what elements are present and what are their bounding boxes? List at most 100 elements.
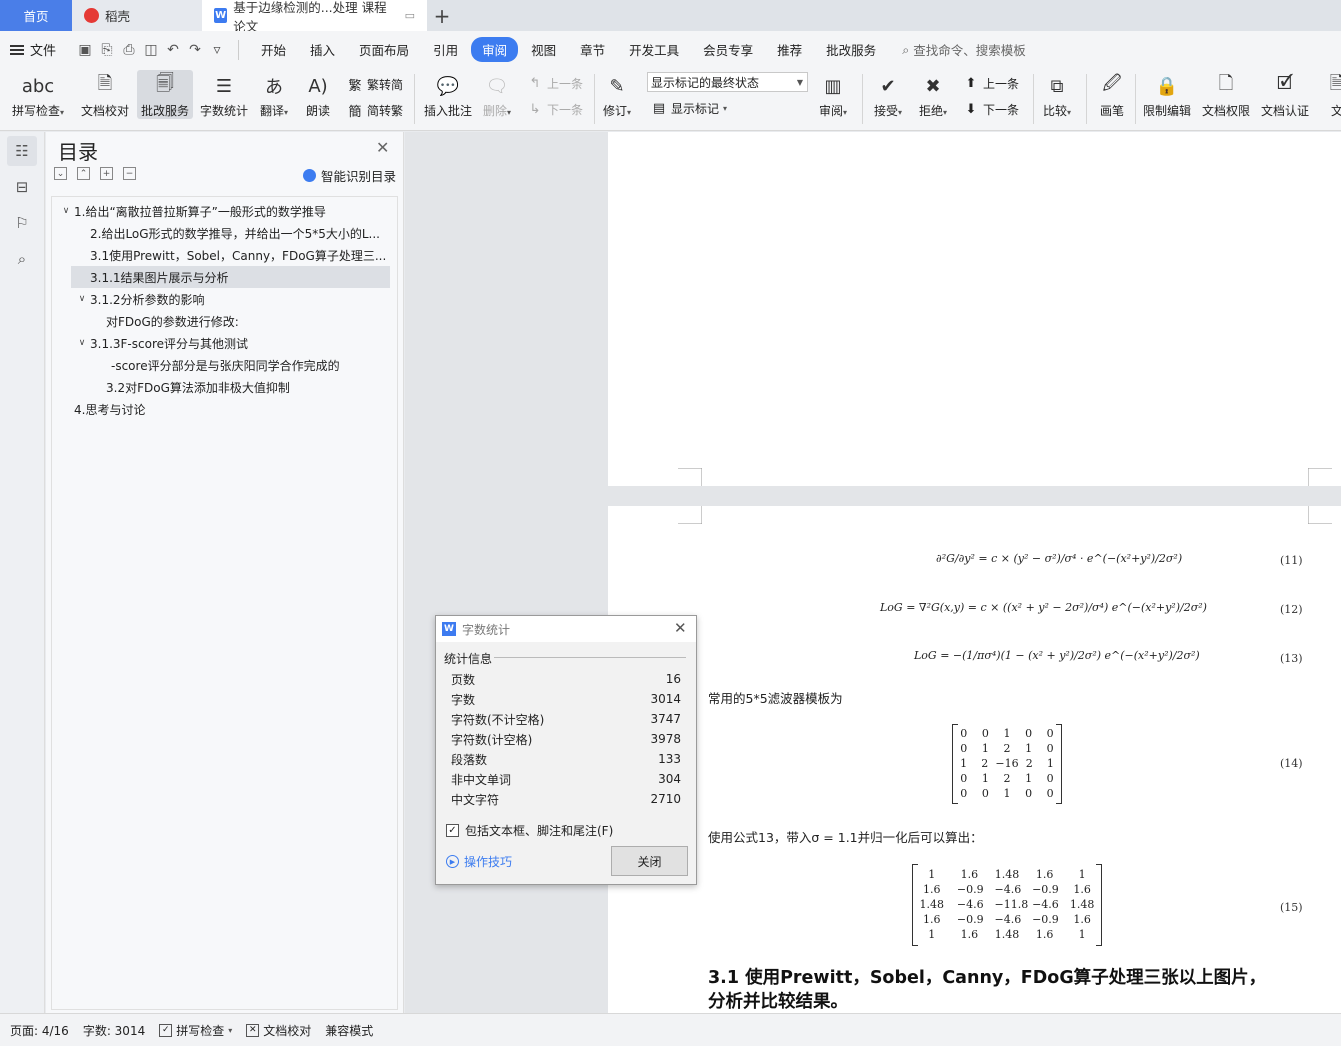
close-button[interactable]: 关闭 [611, 846, 688, 876]
word-count-indicator[interactable]: 字数: 3014 [83, 1022, 145, 1039]
menu-section[interactable]: 章节 [569, 37, 616, 62]
toc-item[interactable]: 4.思考与讨论 [74, 398, 390, 420]
collapse-up-icon[interactable]: ⌃ [77, 167, 90, 180]
chapter-nav-icon[interactable]: ⊟ [7, 172, 37, 202]
word-count-icon: ☰ [215, 75, 233, 97]
restrict-edit-button[interactable]: 🔒 限制编辑 [1143, 70, 1191, 119]
toc-item[interactable]: ∨ 3.1.3F-score评分与其他测试 [74, 332, 390, 354]
tab-home[interactable]: 首页 [0, 0, 72, 31]
compare-button[interactable]: ⧉ 比较▾ [1042, 70, 1072, 119]
checkmark-icon[interactable]: ✓ [446, 824, 459, 837]
bookmark-icon[interactable]: ⚐ [7, 208, 37, 238]
menu-recommend[interactable]: 推荐 [766, 37, 813, 62]
menu-references[interactable]: 引用 [422, 37, 469, 62]
menu-insert[interactable]: 插入 [299, 37, 346, 62]
markup-state-select[interactable]: 显示标记的最终状态 ▼ [647, 72, 808, 92]
menu-start[interactable]: 开始 [250, 37, 297, 62]
smart-toc-button[interactable]: 智能识别目录 [303, 166, 396, 185]
translate-button[interactable]: あ翻译▾ [259, 70, 289, 119]
track-changes-button[interactable]: ✎ 修订▾ [602, 70, 632, 119]
menu-review[interactable]: 审阅 [471, 37, 519, 62]
tab-daoke[interactable]: 稻壳 [72, 0, 202, 31]
print-icon[interactable]: ⎙ [118, 39, 140, 61]
toc-item[interactable]: -score评分部分是与张庆阳同学合作完成的 [111, 354, 390, 376]
menu-developer[interactable]: 开发工具 [618, 37, 690, 62]
equation-number: (13) [1280, 652, 1303, 665]
menu-layout[interactable]: 页面布局 [348, 37, 420, 62]
review-pane-button[interactable]: ▥ 审阅▾ [818, 70, 848, 119]
menu-member[interactable]: 会员专享 [692, 37, 764, 62]
spell-check-button[interactable]: abc 拼写检查▾ [12, 70, 64, 119]
toc-item[interactable]: ∨ 1.给出“离散拉普拉斯算子”一般形式的数学推导 [58, 200, 388, 222]
simp-to-trad-button[interactable]: 簡简转繁 [347, 101, 403, 120]
menu-view[interactable]: 视图 [520, 37, 567, 62]
doc-permission-button[interactable]: 🗋 文档权限 [1202, 70, 1250, 119]
dialog-titlebar[interactable]: W 字数统计 [436, 616, 696, 642]
add-tab-button[interactable]: + [427, 0, 457, 31]
include-textbox-checkbox[interactable]: ✓ 包括文本框、脚注和尾注(F) [446, 822, 613, 839]
matrix-cell: −11.8 [994, 898, 1029, 911]
menu-row: 文件 ▣ ⎘ ⎙ ◫ ↶ ↷ ▿ 开始 插入 页面布局 引用 审阅 视图 章节 … [0, 31, 1341, 68]
chevron-down-icon[interactable]: ∨ [58, 206, 74, 216]
next-comment-button[interactable]: ↳ 下一条 [527, 101, 583, 118]
next-change-button[interactable]: ⬇ 下一条 [963, 101, 1019, 118]
expand-all-icon[interactable]: + [100, 167, 113, 180]
customize-dropdown-icon[interactable]: ▿ [206, 39, 228, 61]
redo-icon[interactable]: ↷ [184, 39, 206, 61]
file-menu[interactable]: 文件 [10, 40, 56, 59]
trad-to-simp-icon: 繁 [348, 79, 362, 94]
find-icon[interactable]: ⌕ [7, 244, 37, 274]
toc-item[interactable]: 3.1使用Prewitt，Sobel，Canny，FDoG算子处理三... [90, 244, 390, 266]
collapse-all-icon[interactable]: − [123, 167, 136, 180]
save-icon[interactable]: ▣ [74, 39, 96, 61]
accept-button[interactable]: ✔ 接受▾ [873, 70, 903, 119]
toc-item[interactable]: ∨ 3.1.2分析参数的影响 [74, 288, 390, 310]
show-markup-button[interactable]: ▤ 显示标记 ▾ [651, 100, 727, 117]
close-icon[interactable]: ✕ [674, 619, 687, 637]
matrix-row: 00100 [953, 726, 1061, 741]
read-aloud-button[interactable]: A) 朗读 [303, 70, 333, 119]
prev-change-button[interactable]: ⬆ 上一条 [963, 75, 1019, 92]
toc-icon[interactable]: ☷ [7, 136, 37, 166]
word-count-button[interactable]: ☰ 字数统计 [200, 70, 248, 119]
tips-link[interactable]: ▶ 操作技巧 [446, 853, 512, 870]
matrix-cell: 0 [981, 787, 989, 800]
page-indicator[interactable]: 页面: 4/16 [10, 1022, 69, 1039]
document-page[interactable] [608, 132, 1341, 486]
close-icon[interactable]: ✕ [376, 138, 389, 157]
pen-button[interactable]: 🖉 画笔 [1097, 70, 1127, 119]
matrix-cell: 0 [1025, 727, 1033, 740]
screen-icon[interactable]: ▭ [405, 9, 415, 22]
toc-item[interactable]: 对FDoG的参数进行修改: [106, 310, 390, 332]
undo-icon[interactable]: ↶ [162, 39, 184, 61]
reject-button[interactable]: ✖ 拒绝▾ [918, 70, 948, 119]
spell-check-status[interactable]: ✓ 拼写检查 ▾ [159, 1022, 232, 1039]
prev-comment-button[interactable]: ↰ 上一条 [527, 75, 583, 92]
proofread-status[interactable]: ✕ 文档校对 [246, 1022, 311, 1039]
compat-mode: 兼容模式 [325, 1023, 374, 1038]
toc-item[interactable]: 3.2对FDoG算法添加非极大值抑制 [106, 376, 390, 398]
toc-item-selected[interactable]: 3.1.1结果图片展示与分析 [71, 266, 390, 288]
insert-comment-button[interactable]: 💬 插入批注 [424, 70, 472, 119]
command-search[interactable]: ⌕ 查找命令、搜索模板 [902, 40, 1026, 59]
tab-document[interactable]: W 基于边缘检测的...处理 课程论文 ▭ [202, 0, 427, 34]
equation-number: (14) [1280, 757, 1303, 770]
margin-corner-mark [1308, 506, 1332, 524]
ribbon-divider [414, 74, 415, 124]
trad-to-simp-button[interactable]: 繁繁转简 [347, 75, 403, 94]
doc-auth-button[interactable]: 🗹 文档认证 [1261, 70, 1309, 119]
correction-service-button[interactable]: 🗐 批改服务 [137, 70, 194, 119]
doc-partial-button[interactable]: 🗎 文 [1322, 70, 1341, 119]
chevron-down-icon[interactable]: ∨ [74, 294, 90, 304]
toc-item[interactable]: 2.给出LoG形式的数学推导，并给出一个5*5大小的L... [90, 222, 390, 244]
document-page[interactable]: ∂²G/∂y² = c × (y² − σ²)/σ⁴ · e^(−(x²+y²)… [608, 506, 1341, 1013]
chevron-down-icon[interactable]: ∨ [74, 338, 90, 348]
doc-proofread-button[interactable]: 🗎 文档校对 [81, 70, 129, 119]
preview-icon[interactable]: ◫ [140, 39, 162, 61]
export-icon[interactable]: ⎘ [96, 39, 118, 61]
prev-comment-icon: ↰ [529, 76, 541, 91]
menu-correction[interactable]: 批改服务 [815, 37, 887, 62]
word-doc-icon: W [214, 8, 228, 23]
delete-comment-button[interactable]: 🗨 删除▾ [482, 70, 512, 119]
collapse-down-icon[interactable]: ⌄ [54, 167, 67, 180]
